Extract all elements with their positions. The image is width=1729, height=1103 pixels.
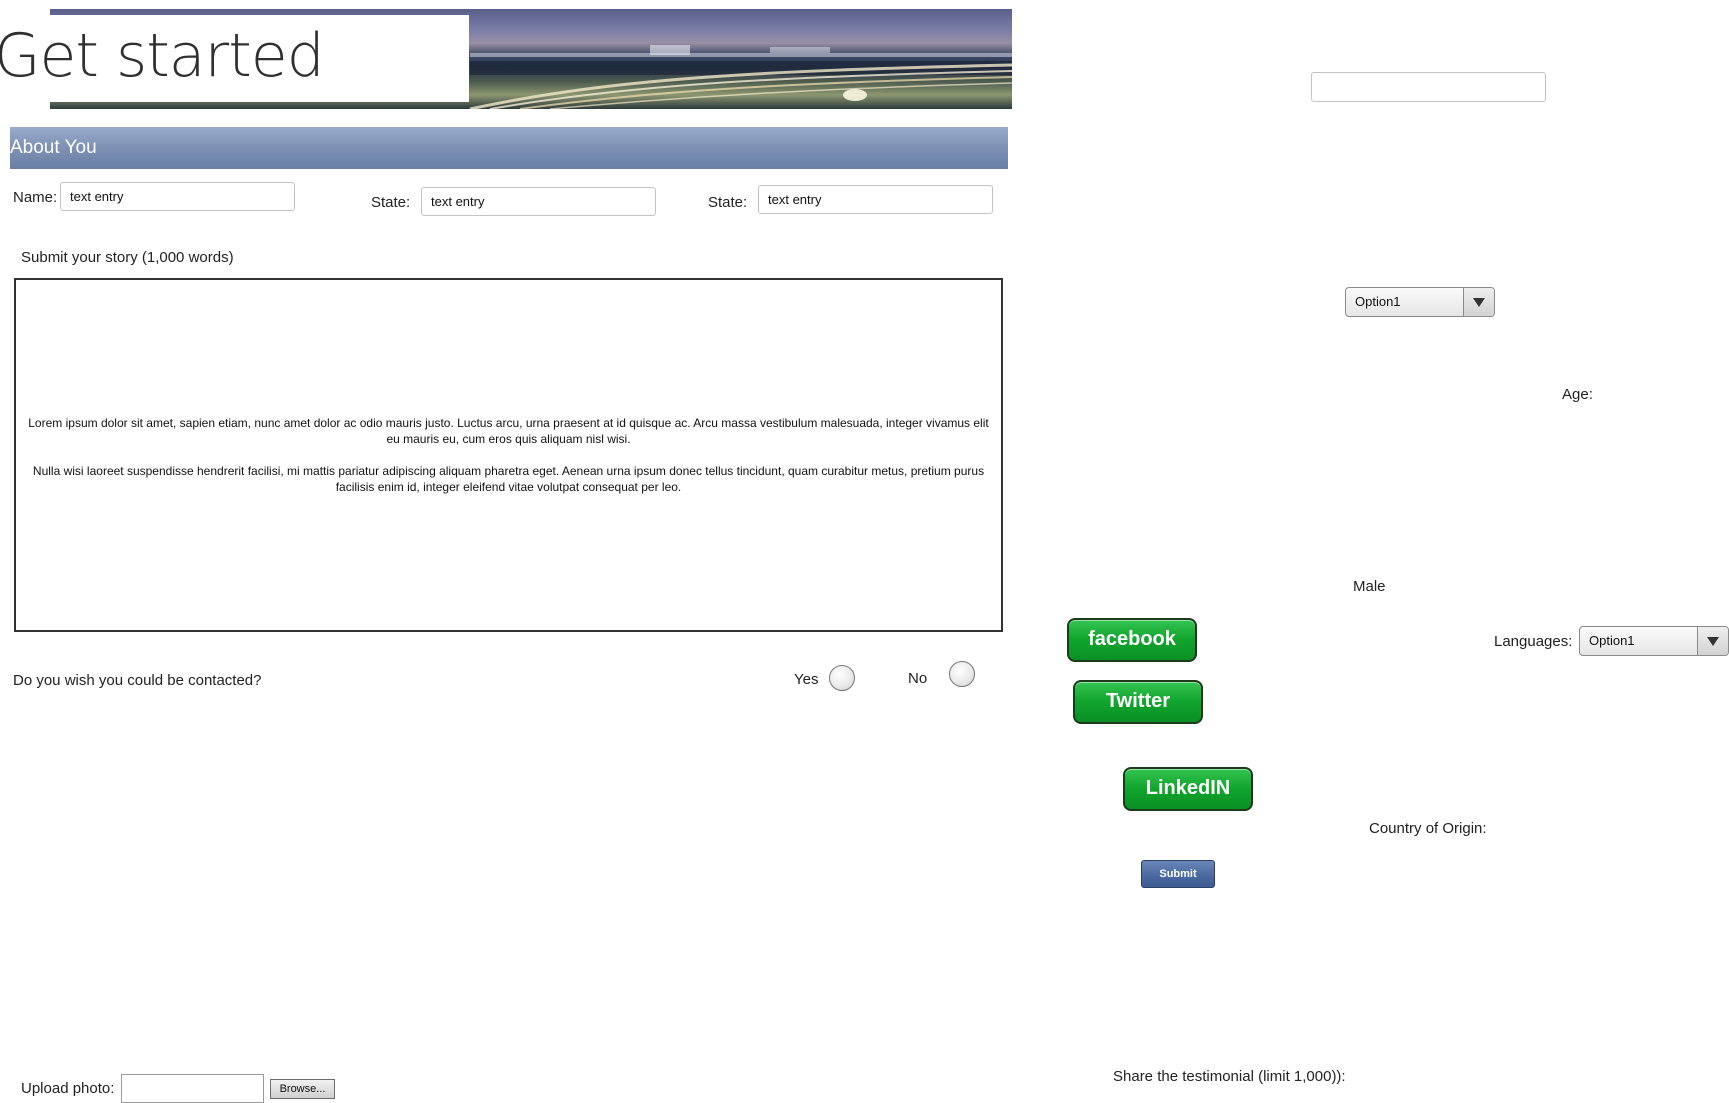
- testimonial-label: Share the testimonial (limit 1,000)):: [1113, 1068, 1346, 1085]
- upload-photo-label: Upload photo:: [21, 1080, 115, 1097]
- name-input[interactable]: [60, 182, 295, 211]
- story-paragraph-1: Lorem ipsum dolor sit amet, sapien etiam…: [28, 416, 989, 446]
- linkedin-button[interactable]: LinkedIN: [1123, 767, 1253, 811]
- languages-label: Languages:: [1494, 633, 1573, 650]
- name-label: Name:: [13, 189, 58, 206]
- submit-button[interactable]: Submit: [1141, 860, 1215, 888]
- chevron-down-icon: [1697, 627, 1728, 655]
- no-radio[interactable]: [949, 661, 975, 687]
- yes-label: Yes: [794, 671, 819, 688]
- option-select-value: Option1: [1355, 294, 1401, 309]
- twitter-button[interactable]: Twitter: [1073, 680, 1203, 724]
- age-label: Age:: [1562, 386, 1593, 403]
- browse-button[interactable]: Browse...: [270, 1079, 335, 1099]
- chevron-down-icon: [1463, 288, 1494, 316]
- section-header-about-you: About You: [10, 127, 1008, 169]
- upload-photo-input[interactable]: [121, 1074, 264, 1103]
- facebook-button[interactable]: facebook: [1067, 618, 1197, 662]
- languages-select-value: Option1: [1589, 633, 1635, 648]
- story-label: Submit your story (1,000 words): [21, 249, 234, 266]
- country-of-origin-label: Country of Origin:: [1369, 820, 1487, 837]
- story-textarea[interactable]: Lorem ipsum dolor sit amet, sapien etiam…: [14, 278, 1003, 632]
- page-title: Get started: [0, 21, 325, 91]
- top-right-input[interactable]: [1311, 72, 1546, 102]
- yes-radio[interactable]: [829, 665, 855, 691]
- state-label-2: State:: [708, 194, 748, 211]
- languages-select[interactable]: Option1: [1579, 626, 1729, 656]
- story-paragraph-2: Nulla wisi laoreet suspendisse hendrerit…: [32, 464, 985, 494]
- option-select[interactable]: Option1: [1345, 287, 1495, 317]
- gender-label: Male: [1353, 578, 1386, 595]
- state-input-2[interactable]: [758, 185, 993, 214]
- state-input-1[interactable]: [421, 187, 656, 216]
- contact-question: Do you wish you could be contacted?: [13, 672, 262, 689]
- no-label: No: [908, 670, 928, 687]
- state-label-1: State:: [371, 194, 411, 211]
